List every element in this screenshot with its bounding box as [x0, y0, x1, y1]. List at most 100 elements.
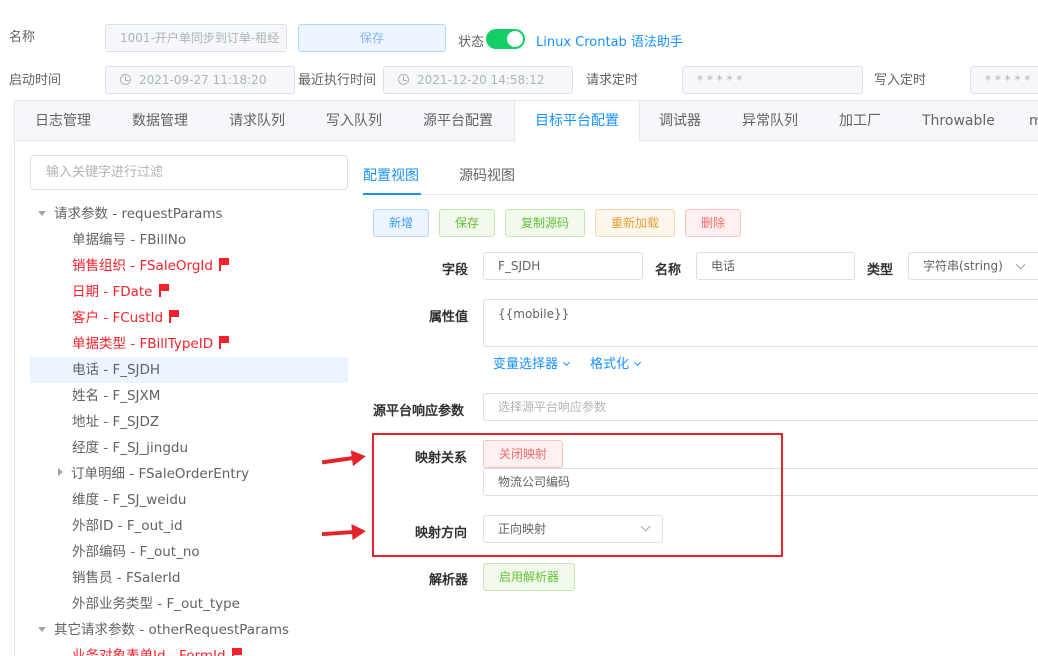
start-time-label: 启动时间: [9, 73, 62, 88]
chevron-down-icon: [562, 358, 571, 367]
tree-item[interactable]: 销售员 - FSalerId: [72, 565, 180, 591]
tree-item-label: 销售组织 - FSaleOrgId: [72, 258, 213, 274]
tab-write-queue[interactable]: 写入队列: [326, 101, 382, 141]
tree-item-label: 日期 - FDate: [72, 284, 153, 300]
tree-filter-input[interactable]: 输入关键字进行过滤: [30, 155, 348, 190]
flag-icon: [158, 284, 169, 297]
tree-item[interactable]: 电话 - F_SJDH: [30, 357, 348, 383]
field-name-label: 名称: [655, 263, 682, 278]
parser-label: 解析器: [429, 573, 469, 588]
tree-item-label: 单据编号 - FBillNo: [72, 232, 187, 248]
tree-item[interactable]: 日期 - FDate: [72, 279, 169, 305]
tab-data[interactable]: 数据管理: [132, 101, 188, 141]
chevron-down-icon: [633, 358, 642, 367]
caret-right-icon[interactable]: [58, 468, 63, 476]
status-label: 状态: [458, 35, 485, 50]
crontab-help-link[interactable]: Linux Crontab 语法助手: [536, 31, 683, 50]
tab-factory[interactable]: 加工厂: [839, 101, 881, 141]
tab-target-platform[interactable]: 目标平台配置: [514, 101, 640, 142]
tree-item-label: 外部ID - F_out_id: [72, 518, 183, 534]
status-toggle[interactable]: [486, 29, 525, 49]
tab-bar: 日志管理 数据管理 请求队列 写入队列 源平台配置 目标平台配置 调试器 异常队…: [15, 101, 1038, 142]
tree-item-label: 经度 - F_SJ_jingdu: [72, 440, 189, 456]
type-label: 类型: [867, 263, 894, 278]
field-label: 字段: [442, 263, 469, 278]
write-timer-input[interactable]: * * * * *: [970, 66, 1038, 94]
tree-item-label: 姓名 - F_SJXM: [72, 388, 161, 404]
last-exec-label: 最近执行时间: [298, 73, 377, 88]
tab-source-platform[interactable]: 源平台配置: [423, 101, 493, 141]
tree-item-label: 地址 - F_SJDZ: [72, 414, 160, 430]
tree-item-label: 订单明细 - FSaleOrderEntry: [71, 466, 250, 482]
tab-more[interactable]: m: [1029, 101, 1038, 141]
last-exec-input[interactable]: 2021-12-20 14:58:12: [383, 66, 573, 94]
tree-item[interactable]: 销售组织 - FSaleOrgId: [72, 253, 229, 279]
src-param-select[interactable]: 选择源平台响应参数: [483, 393, 1038, 421]
tree-item-label: 外部编码 - F_out_no: [72, 544, 200, 560]
tab-request-queue[interactable]: 请求队列: [229, 101, 285, 141]
save-button[interactable]: 保存: [298, 24, 446, 52]
tab-throwable[interactable]: Throwable: [922, 101, 995, 141]
tree-item-label: 其它请求参数 - otherRequestParams: [54, 622, 290, 638]
tree-item[interactable]: 地址 - F_SJDZ: [72, 409, 159, 435]
clock-icon: [398, 74, 409, 85]
tree-item-label: 电话 - F_SJDH: [72, 362, 161, 378]
tree-item-label: 客户 - FCustId: [72, 310, 164, 326]
tree-item[interactable]: 业务对象表单Id - FormId: [72, 643, 242, 656]
format-dropdown[interactable]: 格式化: [590, 353, 642, 372]
tree-item[interactable]: 请求参数 - requestParams: [38, 201, 223, 227]
var-selector-label: 变量选择器: [493, 357, 559, 372]
last-exec-value: 2021-12-20 14:58:12: [417, 73, 545, 87]
flag-icon: [219, 336, 230, 349]
subtab-config-view[interactable]: 配置视图: [363, 165, 419, 185]
tree-item-label: 请求参数 - requestParams: [54, 206, 223, 222]
flag-icon: [218, 258, 229, 271]
format-label: 格式化: [590, 357, 630, 372]
caret-down-icon[interactable]: [38, 627, 46, 632]
tree-item[interactable]: 订单明细 - FSaleOrderEntry: [58, 461, 249, 487]
tab-debugger[interactable]: 调试器: [659, 101, 701, 141]
tree-item-label: 业务对象表单Id - FormId: [72, 648, 226, 656]
tree-item-label: 维度 - F_SJ_weidu: [72, 492, 187, 508]
flag-icon: [169, 310, 180, 323]
subtab-source-view[interactable]: 源码视图: [459, 165, 515, 185]
attr-textarea[interactable]: {{mobile}}: [483, 299, 1038, 347]
subtab-active-indicator: [363, 193, 421, 195]
start-time-input[interactable]: 2021-09-27 11:18:20: [105, 66, 295, 94]
caret-down-icon[interactable]: [38, 211, 46, 216]
delete-button[interactable]: 删除: [685, 209, 741, 237]
name-label: 名称: [9, 30, 36, 45]
enable-parser-button[interactable]: 启用解析器: [483, 563, 575, 591]
attr-label: 属性值: [429, 310, 469, 325]
field-name-input[interactable]: 电话: [696, 252, 855, 280]
flag-icon: [231, 648, 242, 656]
tree-item[interactable]: 其它请求参数 - otherRequestParams: [38, 617, 289, 643]
copy-source-button[interactable]: 复制源码: [505, 209, 585, 237]
clock-icon: [120, 74, 131, 85]
tab-exception-queue[interactable]: 异常队列: [742, 101, 798, 141]
tree-item[interactable]: 外部ID - F_out_id: [72, 513, 183, 539]
tree-item[interactable]: 姓名 - F_SJXM: [72, 383, 160, 409]
tree-item[interactable]: 外部业务类型 - F_out_type: [72, 591, 240, 617]
reload-button[interactable]: 重新加载: [595, 209, 675, 237]
tree-item[interactable]: 单据类型 - FBillTypeID: [72, 331, 230, 357]
add-button[interactable]: 新增: [373, 209, 429, 237]
request-timer-input[interactable]: * * * * *: [682, 66, 863, 94]
tree-item[interactable]: 外部编码 - F_out_no: [72, 539, 200, 565]
start-time-value: 2021-09-27 11:18:20: [139, 73, 267, 87]
tree-item[interactable]: 单据编号 - FBillNo: [72, 227, 186, 253]
tree-item-label: 外部业务类型 - F_out_type: [72, 596, 240, 612]
name-input[interactable]: 1001-开户单同步到订单-租经: [105, 24, 287, 52]
field-input[interactable]: F_SJDH: [483, 252, 643, 280]
tree-item-label: 单据类型 - FBillTypeID: [72, 336, 214, 352]
subtab-divider: [363, 194, 1038, 195]
src-param-label: 源平台响应参数: [373, 404, 465, 419]
write-timer-label: 写入定时: [874, 73, 927, 88]
tree-item[interactable]: 经度 - F_SJ_jingdu: [72, 435, 188, 461]
var-selector-dropdown[interactable]: 变量选择器: [493, 353, 571, 372]
tree-item[interactable]: 维度 - F_SJ_weidu: [72, 487, 187, 513]
tree-item[interactable]: 客户 - FCustId: [72, 305, 180, 331]
tab-log[interactable]: 日志管理: [35, 101, 91, 141]
tree-item-label: 销售员 - FSalerId: [72, 570, 181, 586]
save-config-button[interactable]: 保存: [439, 209, 495, 237]
